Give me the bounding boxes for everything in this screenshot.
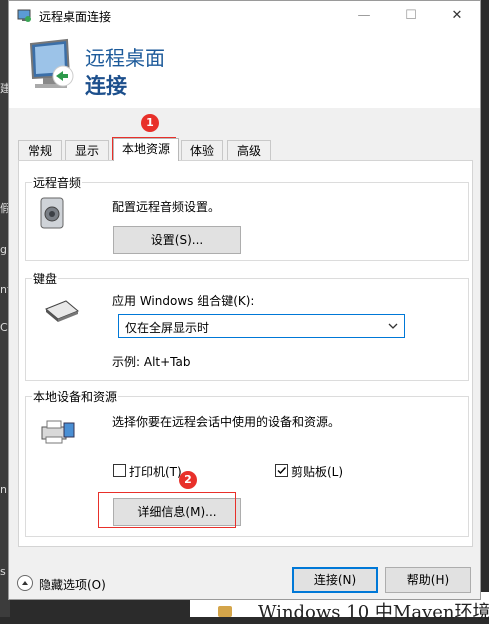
remote-audio-group: 远程音频 配置远程音频设置。 设置(S)... [25, 174, 469, 261]
keyboard-example: 示例: Alt+Tab [112, 355, 191, 369]
connect-button[interactable]: 连接(N) [292, 567, 378, 593]
keyboard-combo-select[interactable]: 仅在全屏显示时 [118, 314, 405, 338]
header-banner: 远程桌面 连接 [9, 32, 480, 108]
close-button[interactable]: ✕ [434, 1, 480, 31]
maximize-button[interactable]: ☐ [388, 1, 434, 31]
folder-icon [218, 606, 232, 617]
printer-label: 打印机(T) [129, 465, 182, 479]
annotation-badge-2: 2 [179, 471, 197, 489]
local-devices-description: 选择你要在远程会话中使用的设备和资源。 [112, 415, 341, 429]
keyboard-group: 键盘 应用 Windows 组合键(K): 仅在全屏显示时 示例: Alt+Ta… [25, 270, 469, 381]
audio-description: 配置远程音频设置。 [112, 200, 221, 214]
printer-checkbox[interactable] [113, 464, 126, 477]
background-article-title: Windows 10 中Maven环境 [258, 602, 489, 623]
local-devices-group: 本地设备和资源 选择你要在远程会话中使用的设备和资源。 打印机(T) 剪贴板(L… [25, 388, 469, 537]
speaker-icon [40, 197, 64, 229]
minimize-button[interactable]: — [341, 1, 387, 31]
keyboard-title: 键盘 [32, 270, 59, 287]
audio-settings-button[interactable]: 设置(S)... [113, 226, 241, 254]
keyboard-combo-value: 仅在全屏显示时 [125, 321, 210, 335]
local-resources-panel: 远程音频 配置远程音频设置。 设置(S)... 键盘 应用 Windows 组合… [18, 160, 473, 547]
help-button[interactable]: 帮助(H) [385, 567, 471, 593]
tab-advanced[interactable]: 高级 [227, 140, 271, 160]
window-title: 远程桌面连接 [39, 10, 112, 24]
chevron-up-icon [17, 575, 33, 591]
devices-printer-icon [41, 420, 75, 444]
tab-display[interactable]: 显示 [65, 140, 109, 160]
header-title-line1: 远程桌面 [85, 46, 165, 70]
annotation-badge-1: 1 [141, 114, 159, 132]
remote-audio-title: 远程音频 [32, 174, 83, 191]
chevron-down-icon [388, 323, 398, 329]
keyboard-icon [45, 300, 79, 322]
tab-general[interactable]: 常规 [18, 140, 62, 160]
hide-options-label: 隐藏选项(O) [39, 578, 106, 592]
remote-desktop-app-icon [17, 9, 31, 22]
keyboard-apply-label: 应用 Windows 组合键(K): [112, 294, 255, 308]
clipboard-label: 剪贴板(L) [291, 465, 344, 479]
tab-local-resources[interactable]: 本地资源 [113, 138, 179, 161]
checkmark-icon [277, 467, 287, 475]
remote-desktop-logo-icon [29, 38, 74, 88]
title-bar: 远程桌面连接 — ☐ ✕ [9, 1, 480, 32]
remote-desktop-window: 远程桌面连接 — ☐ ✕ 远程桌面 连接 1 常规 显示 本地资源 体验 高级 … [8, 0, 481, 600]
header-title-line2: 连接 [85, 74, 127, 98]
local-devices-title: 本地设备和资源 [32, 388, 119, 405]
tab-experience[interactable]: 体验 [181, 140, 223, 160]
clipboard-checkbox[interactable] [275, 464, 288, 477]
annotation-highlight-details [98, 492, 236, 528]
